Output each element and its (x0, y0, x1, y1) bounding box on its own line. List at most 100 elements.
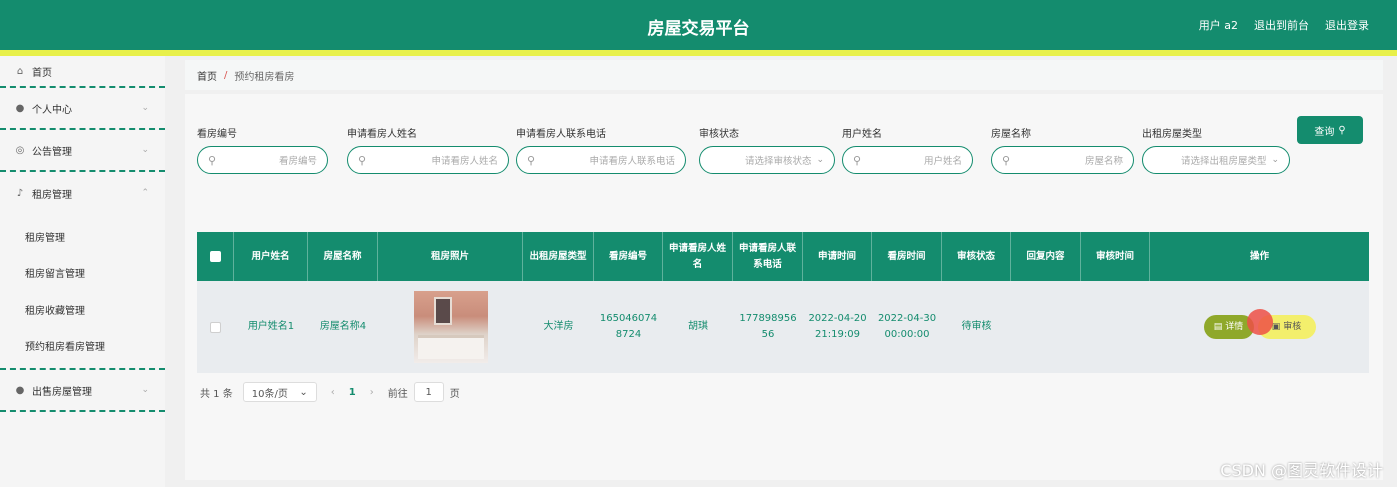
column-header: 操作 (1249, 250, 1269, 262)
chevron-down-icon: ⌄ (816, 155, 824, 165)
submenu-item-rental[interactable]: 租房管理 (0, 218, 165, 255)
breadcrumb: 首页 / 预约租房看房 (185, 60, 1383, 90)
search-label-house-type: 出租房屋类型 (1142, 129, 1202, 140)
logout-link[interactable]: 退出登录 (1325, 17, 1369, 33)
search-label-house-name: 房屋名称 (991, 129, 1031, 140)
house-name-input[interactable]: ⚲ 房屋名称 (991, 146, 1134, 174)
cell-viewing-no: 1650460748724 (599, 313, 658, 340)
row-checkbox[interactable] (210, 321, 221, 333)
submenu-item-rental-favorites[interactable]: 租房收藏管理 (0, 291, 165, 328)
chevron-down-icon: ⌄ (141, 385, 149, 395)
sidebar-item-rental-management[interactable]: ♪ 租房管理 ⌃ (0, 172, 165, 214)
cell-view-time: 2022-04-30 00:00:00 (877, 313, 937, 340)
cell-applicant: 胡琪 (688, 321, 708, 332)
detail-button[interactable]: ▤ 详情 (1203, 315, 1254, 339)
column-header: 出租房屋类型 (523, 232, 594, 281)
viewing-no-input[interactable]: ⚲ 看房编号 (197, 146, 328, 174)
bulb-icon: ● (15, 384, 25, 396)
sidebar-item-label: 出售房屋管理 (32, 386, 92, 398)
applicant-phone-input[interactable]: ⚲ 申请看房人联系电话 (516, 146, 686, 174)
page-size-select[interactable]: 10条/页 ⌄ (242, 382, 317, 402)
compass-icon: ◎ (15, 144, 25, 156)
applicant-name-input[interactable]: ⚲ 申请看房人姓名 (347, 146, 509, 174)
submenu-item-rental-messages[interactable]: 租房留言管理 (0, 255, 165, 292)
chevron-down-icon: ⌄ (141, 103, 149, 113)
current-user[interactable]: 用户 a2 (1199, 17, 1238, 33)
chevron-down-icon: ⌄ (141, 145, 149, 155)
sidebar: ⌂ 首页 ● 个人中心 ⌄ ◎ 公告管理 ⌄ ♪ 租房管理 ⌃ 租房管理 租房留… (0, 56, 165, 487)
breadcrumb-current: 预约租房看房 (234, 71, 295, 83)
cell-user-name: 用户姓名1 (247, 321, 295, 332)
column-header: 房屋名称 (308, 232, 378, 281)
column-header: 用户姓名 (234, 232, 308, 281)
search-label-user-name: 用户姓名 (842, 129, 882, 140)
goto-suffix: 页 (449, 388, 460, 400)
table-row: 用户姓名1 房屋名称4 大洋房 1650460748724 胡琪 1778989… (197, 281, 1369, 373)
sidebar-item-personal-center[interactable]: ● 个人中心 ⌄ (0, 88, 165, 130)
search-label-applicant-name: 申请看房人姓名 (347, 129, 417, 140)
next-page-button[interactable]: › (370, 387, 374, 398)
cell-phone: 17789895656 (739, 313, 797, 340)
sidebar-item-home[interactable]: ⌂ 首页 (0, 56, 165, 88)
sidebar-item-announcements[interactable]: ◎ 公告管理 ⌄ (0, 130, 165, 172)
chevron-down-icon: ⌄ (1271, 155, 1279, 165)
watermark: CSDN @图灵软件设计 (1220, 461, 1383, 480)
cell-house-type: 大洋房 (543, 321, 574, 332)
breadcrumb-separator: / (224, 69, 228, 81)
cell-house-name: 房屋名称4 (319, 321, 367, 332)
column-header: 审核时间 (1081, 232, 1150, 281)
cell-status: 待审核 (961, 321, 992, 332)
column-header: 申请时间 (803, 232, 872, 281)
query-button[interactable]: 查询 ⚲ (1297, 116, 1363, 144)
search-icon: ⚲ (527, 153, 536, 167)
cell-reply (1011, 281, 1081, 373)
sidebar-item-label: 租房管理 (32, 189, 72, 201)
header-links: 用户 a2 退出到前台 退出登录 (1199, 17, 1369, 33)
rental-submenu: 租房管理 租房留言管理 租房收藏管理 预约租房看房管理 (0, 214, 165, 370)
column-header: 审核状态 (942, 232, 1011, 281)
submenu-item-viewing-appointments[interactable]: 预约租房看房管理 (0, 328, 165, 365)
chevron-up-icon: ⌃ (141, 188, 149, 198)
lock-icon: ▣ (1271, 322, 1281, 332)
sidebar-item-label: 公告管理 (32, 146, 72, 158)
table-header: 用户姓名 房屋名称 租房照片 出租房屋类型 看房编号 申请看房人姓名 申请看房人… (197, 232, 1369, 281)
search-label-applicant-phone: 申请看房人联系电话 (516, 129, 606, 140)
user-name-input[interactable]: ⚲ 用户姓名 (842, 146, 973, 174)
sidebar-item-sale-management[interactable]: ● 出售房屋管理 ⌄ (0, 370, 165, 412)
mic-icon: ♪ (16, 187, 24, 199)
select-all-checkbox[interactable] (209, 251, 221, 262)
sidebar-item-label: 首页 (32, 67, 52, 79)
search-icon: ⚲ (1002, 153, 1011, 167)
chevron-down-icon: ⌄ (299, 386, 308, 398)
data-table: 用户姓名 房屋名称 租房照片 出租房屋类型 看房编号 申请看房人姓名 申请看房人… (197, 232, 1369, 373)
audit-status-select[interactable]: 请选择审核状态 ⌄ (699, 146, 835, 174)
select-all-cell (197, 232, 234, 281)
column-header: 租房照片 (378, 232, 523, 281)
house-photo[interactable] (413, 291, 488, 363)
goto-page-input[interactable]: 1 (413, 382, 444, 402)
column-header: 申请看房人联系电话 (733, 232, 803, 281)
total-count: 共 1 条 (200, 388, 233, 400)
column-header: 看房编号 (594, 232, 663, 281)
column-header: 申请看房人姓名 (663, 232, 733, 281)
house-type-select[interactable]: 请选择出租房屋类型 ⌄ (1142, 146, 1290, 174)
back-to-front-link[interactable]: 退出到前台 (1254, 17, 1309, 33)
column-header: 回复内容 (1011, 232, 1081, 281)
search-icon: ⚲ (853, 153, 862, 167)
main-content: 首页 / 预约租房看房 看房编号 申请看房人姓名 申请看房人联系电话 审核状态 … (185, 60, 1397, 487)
breadcrumb-home[interactable]: 首页 (197, 68, 217, 83)
home-icon: ⌂ (16, 65, 24, 77)
content-panel: 看房编号 申请看房人姓名 申请看房人联系电话 审核状态 用户姓名 房屋名称 出租… (185, 94, 1383, 480)
column-header: 看房时间 (872, 232, 942, 281)
header-stripe (0, 50, 1397, 56)
goto-label: 前往 (387, 388, 408, 400)
prev-page-button[interactable]: ‹ (331, 387, 335, 398)
search-label-viewing-no: 看房编号 (197, 129, 237, 140)
document-icon: ▤ (1213, 322, 1223, 332)
page-number[interactable]: 1 (349, 387, 356, 398)
cell-photo (378, 281, 523, 373)
search-icon: ⚲ (208, 153, 217, 167)
pagination: 共 1 条 10条/页 ⌄ ‹ 1 › 前往 1 页 (200, 382, 460, 402)
sidebar-item-label: 个人中心 (32, 104, 72, 116)
cell-apply-time: 2022-04-20 21:19:09 (808, 313, 867, 340)
